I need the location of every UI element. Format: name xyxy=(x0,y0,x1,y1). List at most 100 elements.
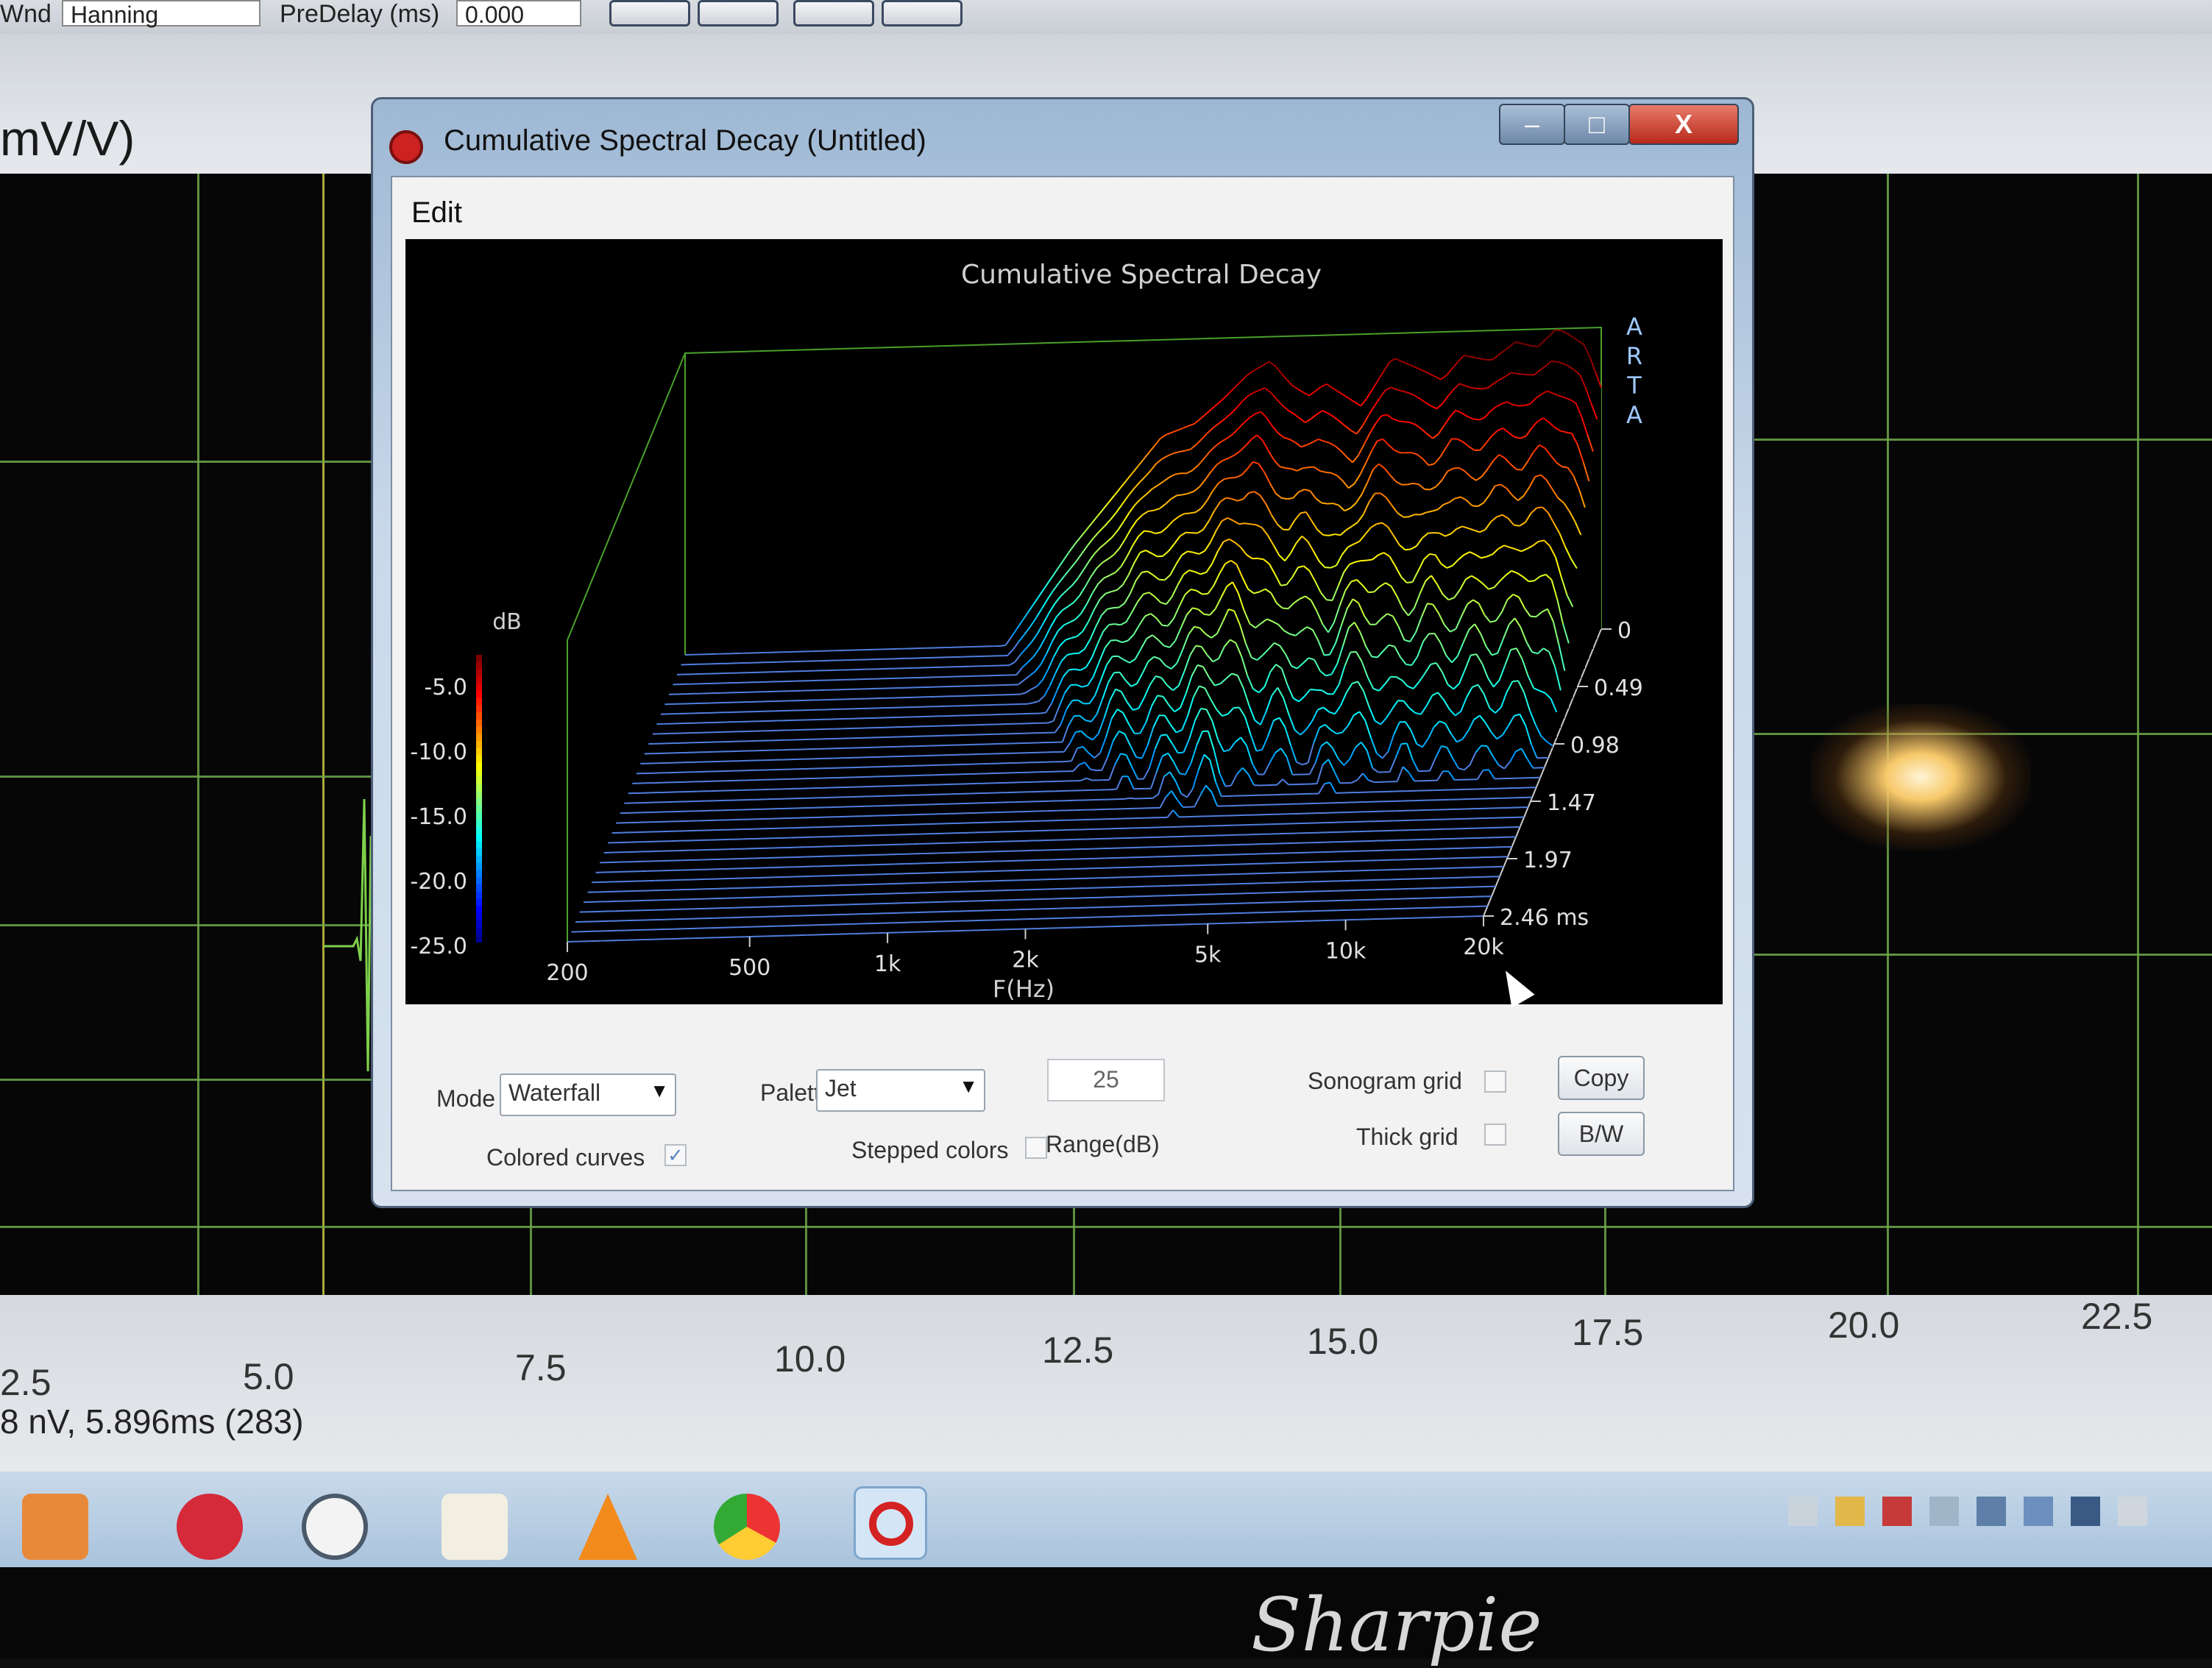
colorbar-segment xyxy=(476,899,482,907)
y-tick-label: -25.0 xyxy=(410,934,467,959)
colorbar-segment xyxy=(476,676,482,684)
sonogram-grid-label: Sonogram grid xyxy=(1308,1068,1462,1095)
wnd-label: Wnd xyxy=(0,0,52,29)
monitor-bezel xyxy=(0,1567,2212,1658)
decay-curve xyxy=(1323,535,1329,536)
copy-button[interactable]: Copy xyxy=(1558,1056,1645,1100)
decay-curve xyxy=(1158,695,1163,696)
z-tick-label: 0.49 xyxy=(1594,675,1643,701)
arta-icon[interactable] xyxy=(854,1486,927,1560)
usb-icon[interactable] xyxy=(1929,1497,1959,1526)
colorbar-segment xyxy=(476,842,482,850)
set-button[interactable] xyxy=(609,0,690,26)
flag-icon[interactable] xyxy=(1882,1497,1912,1526)
predelay-input[interactable]: 0.000 xyxy=(456,0,581,26)
colorbar-segment xyxy=(476,827,482,835)
colorbar-segment xyxy=(476,741,482,749)
x-tick-label: 200 xyxy=(546,960,588,986)
colored-curves-label: Colored curves xyxy=(486,1144,645,1171)
y-tick-label: -5.0 xyxy=(424,675,467,700)
decay-curve xyxy=(1283,608,1288,609)
network-icon[interactable] xyxy=(1977,1497,2006,1526)
taskbar xyxy=(0,1472,2212,1567)
decay-curve xyxy=(1245,523,1251,524)
decay-curve xyxy=(1226,498,1232,499)
colorbar-segment xyxy=(476,928,482,936)
decay-curve xyxy=(1188,551,1194,552)
colorbar-segment xyxy=(476,727,482,735)
palette-select[interactable]: Jet ▼ xyxy=(816,1069,985,1112)
keyboard-icon[interactable] xyxy=(1788,1497,1818,1526)
decay-curve xyxy=(1196,646,1202,647)
x-tick-label: 20k xyxy=(1463,934,1504,960)
decay-curve xyxy=(1000,645,1006,646)
chart-icon[interactable] xyxy=(1835,1497,1865,1526)
x-tick: 20.0 xyxy=(1828,1304,1899,1346)
zero-button[interactable] xyxy=(698,0,779,26)
decay-curve xyxy=(1184,513,1190,514)
decay-curve xyxy=(1225,786,1231,787)
close-button[interactable]: X xyxy=(1628,104,1739,145)
decay-curve xyxy=(1233,708,1239,709)
colored-curves-checkbox[interactable]: ✓ xyxy=(664,1144,687,1166)
colorbar-segment xyxy=(476,848,482,856)
decay-curve xyxy=(1326,472,1332,473)
mode-select[interactable]: Waterfall ▼ xyxy=(500,1073,676,1116)
x-tick-label: 2k xyxy=(1012,948,1039,973)
speaker-icon[interactable] xyxy=(2024,1497,2053,1526)
csd-chart[interactable]: Cumulative Spectral Decay dB F(Hz) -5.0-… xyxy=(405,239,1723,1004)
colorbar-segment xyxy=(476,777,482,785)
decay-curve xyxy=(1109,624,1115,625)
vlc-icon[interactable] xyxy=(578,1494,637,1560)
screen-glare xyxy=(1810,703,2031,851)
decay-curve xyxy=(1472,505,1478,506)
full-button[interactable] xyxy=(882,0,963,26)
decay-curve xyxy=(1325,567,1331,568)
notepad-icon[interactable] xyxy=(442,1494,508,1560)
decay-curve xyxy=(1514,525,1520,526)
colorbar-segment xyxy=(476,670,482,678)
colorbar-segment xyxy=(476,863,482,871)
x-tick: 22.5 xyxy=(2081,1295,2152,1338)
x-tick-label: 10k xyxy=(1325,938,1366,964)
decay-curve xyxy=(1517,374,1523,375)
colorbar-segment xyxy=(476,834,482,842)
decay-curve xyxy=(1372,656,1378,657)
window-type-select[interactable]: Hanning xyxy=(62,0,260,26)
computer-icon[interactable] xyxy=(2071,1497,2100,1526)
y-tick-label: -15.0 xyxy=(410,804,467,830)
mode-value: Waterfall xyxy=(508,1079,600,1106)
y-axis-unit: mV/V) xyxy=(0,110,135,166)
grid-line xyxy=(0,461,390,463)
marker-pen-label: Sharpie xyxy=(1251,1582,1542,1668)
decay-curve xyxy=(1539,541,1545,542)
axis-line xyxy=(567,353,685,640)
stepped-colors-checkbox[interactable] xyxy=(1025,1137,1047,1159)
clock-icon[interactable] xyxy=(302,1494,368,1560)
pin-icon[interactable] xyxy=(177,1494,243,1560)
chrome-icon[interactable] xyxy=(714,1494,780,1560)
colorbar-segment xyxy=(476,684,482,692)
media-player-icon[interactable] xyxy=(22,1494,88,1560)
decay-curve xyxy=(1471,654,1477,655)
colorbar-segment xyxy=(476,762,482,770)
decay-curve xyxy=(1311,689,1316,690)
decay-curve xyxy=(1115,624,1121,625)
menu-edit[interactable]: Edit xyxy=(411,196,462,230)
clipboard-icon[interactable] xyxy=(2118,1497,2147,1526)
grid-line xyxy=(2137,174,2139,1336)
dialog-client-area: Edit Cumulative Spectral Decay dB F(Hz) … xyxy=(391,176,1734,1191)
colorbar-segment xyxy=(476,691,482,699)
x-tick: 12.5 xyxy=(1042,1329,1113,1371)
colorbar-segment xyxy=(476,720,482,728)
range-spinner[interactable]: 25 xyxy=(1047,1059,1165,1101)
sonogram-grid-checkbox[interactable] xyxy=(1484,1071,1506,1093)
colorbar-segment xyxy=(476,870,482,879)
colorbar-segment xyxy=(476,798,482,806)
minimize-button[interactable]: – xyxy=(1499,104,1565,145)
maximize-button[interactable]: □ xyxy=(1564,104,1630,145)
colorbar-segment xyxy=(476,813,482,821)
colorbar-segment xyxy=(476,856,482,864)
decay-curve xyxy=(1074,669,1080,670)
inv-button[interactable] xyxy=(793,0,874,26)
